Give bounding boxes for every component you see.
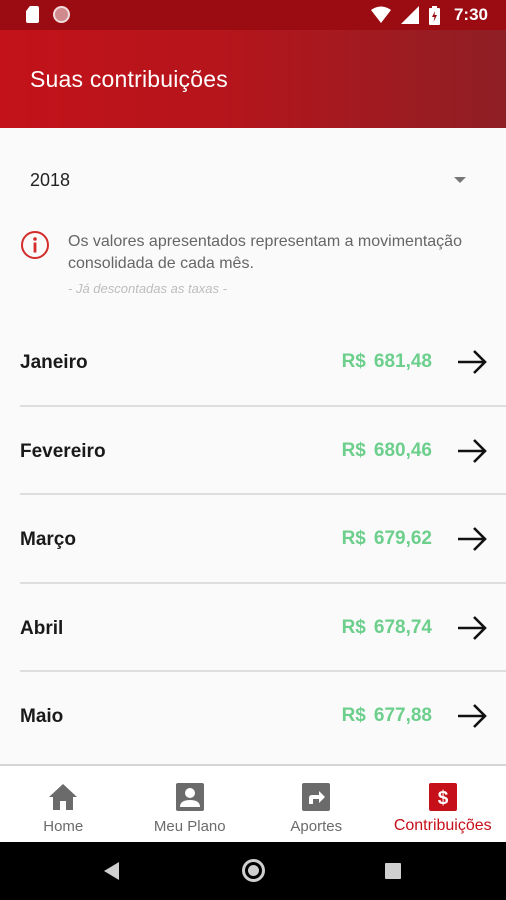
month-row[interactable]: Abril R$ 678,74 <box>20 584 506 672</box>
month-amount: R$ 681,48 <box>342 351 432 373</box>
arrow-right-icon[interactable] <box>456 523 488 555</box>
month-row[interactable]: Janeiro R$ 681,48 <box>20 318 506 407</box>
dollar-icon: $ <box>428 783 457 811</box>
info-note: - Já descontadas as taxas - <box>68 281 227 296</box>
nav-contribuicoes[interactable]: $ Contribuições <box>380 766 506 842</box>
nav-home-label: Home <box>43 818 84 835</box>
status-time: 7:30 <box>453 5 488 24</box>
month-name: Abril <box>20 617 64 639</box>
month-name: Maio <box>20 706 64 727</box>
person-icon <box>175 783 204 811</box>
month-amount: R$ 677,88 <box>342 705 432 727</box>
nav-meu-plano[interactable]: Meu Plano <box>127 766 254 842</box>
info-icon <box>21 231 49 259</box>
month-row[interactable]: Maio R$ 677,88 <box>20 672 506 761</box>
sd-card-icon <box>26 6 39 23</box>
month-amount: R$ 680,46 <box>342 440 432 462</box>
month-amount: R$ 678,74 <box>342 617 432 639</box>
amount-value: 678,74 <box>373 616 432 638</box>
currency-symbol: R$ <box>341 351 366 372</box>
home-icon <box>49 784 78 810</box>
amount-value: 681,48 <box>373 351 432 372</box>
system-nav-bar <box>0 842 506 900</box>
battery-icon <box>428 5 440 25</box>
nav-contribuicoes-label: Contribuições <box>393 817 492 834</box>
month-name: Fevereiro <box>20 440 106 462</box>
info-text: Os valores apresentados representam a mo… <box>68 233 462 272</box>
app-bar: Suas contribuições <box>0 30 506 128</box>
month-row[interactable]: Março R$ 679,62 <box>20 495 506 584</box>
bottom-nav: Home Meu Plano Aportes $ Contribuições <box>0 764 506 842</box>
back-icon[interactable] <box>104 862 119 880</box>
arrow-right-icon[interactable] <box>456 346 488 378</box>
month-name: Março <box>20 529 76 550</box>
status-bar: 7:30 <box>0 0 506 30</box>
arrow-right-icon[interactable] <box>456 612 488 644</box>
nav-aportes[interactable]: Aportes <box>253 766 380 842</box>
currency-symbol: R$ <box>341 705 366 726</box>
year-dropdown-value: 2018 <box>30 169 71 190</box>
amount-value: 677,88 <box>373 705 432 726</box>
month-name: Janeiro <box>20 352 88 373</box>
svg-text:$: $ <box>437 788 448 809</box>
signal-icon <box>400 6 419 24</box>
arrow-right-icon[interactable] <box>456 435 488 467</box>
dropdown-caret-icon <box>454 177 466 183</box>
month-amount: R$ 679,62 <box>342 528 432 550</box>
amount-value: 679,62 <box>373 528 432 549</box>
amount-value: 680,46 <box>373 439 432 461</box>
arrow-right-icon[interactable] <box>456 700 488 732</box>
nav-meu-plano-label: Meu Plano <box>153 818 226 835</box>
year-dropdown[interactable]: 2018 <box>30 162 470 198</box>
month-row[interactable]: Fevereiro R$ 680,46 <box>20 407 506 495</box>
currency-symbol: R$ <box>341 528 366 549</box>
nav-home[interactable]: Home <box>0 766 127 842</box>
forward-icon <box>302 783 331 811</box>
wifi-icon <box>370 6 391 23</box>
month-list: Janeiro R$ 681,48 Fevereiro R$ 680,46 Març… <box>0 318 506 761</box>
notification-dot-icon <box>53 6 70 23</box>
currency-symbol: R$ <box>341 439 366 461</box>
nav-aportes-label: Aportes <box>290 818 343 835</box>
home-button-icon[interactable] <box>242 859 265 882</box>
recent-apps-icon[interactable] <box>385 863 401 879</box>
currency-symbol: R$ <box>341 616 366 638</box>
page-title: Suas contribuições <box>30 66 228 92</box>
